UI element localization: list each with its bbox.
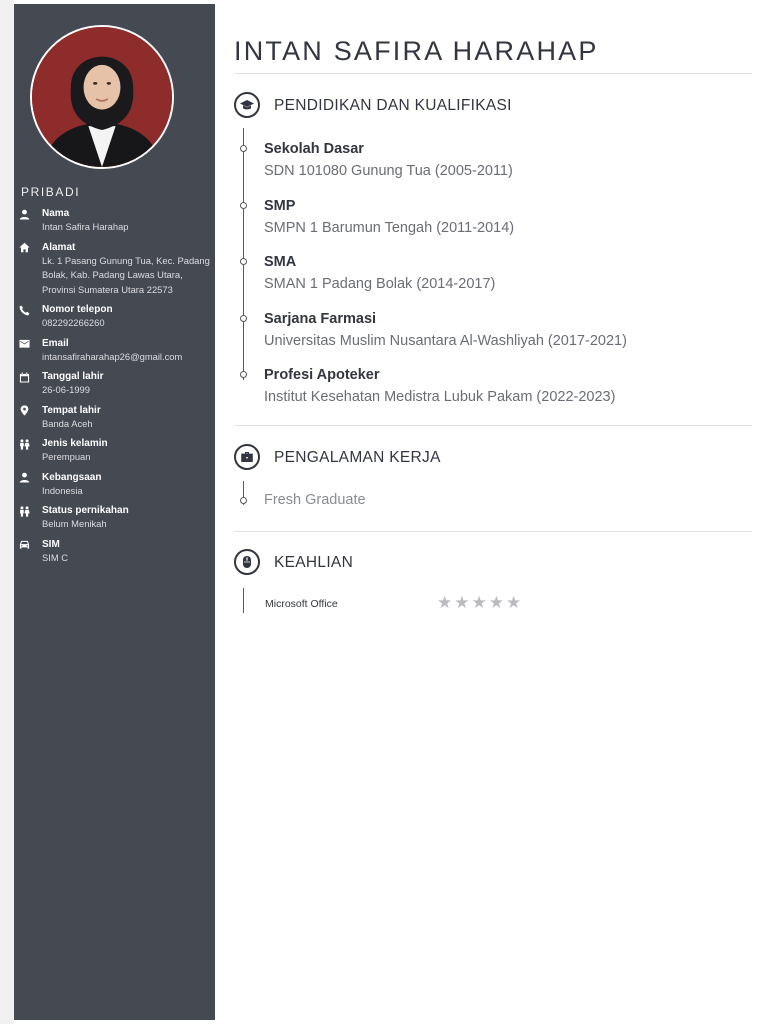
skills-section-header: KEAHLIAN [234, 549, 752, 581]
skills-timeline-line [243, 588, 244, 613]
info-value: Belum Menikah [42, 518, 107, 529]
mouse-icon [234, 549, 260, 575]
info-item-phone: Nomor telepon 082292266260 [14, 303, 215, 331]
info-item-name: Nama Intan Safira Harahap [14, 207, 215, 235]
calendar-icon [18, 371, 30, 383]
person-icon [18, 472, 30, 484]
profile-photo [30, 25, 174, 169]
star-icon: ★ [454, 593, 470, 612]
education-item: Sekolah Dasar SDN 101080 Gunung Tua (200… [264, 140, 513, 181]
info-item-nationality: Kebangsaan Indonesia [14, 471, 215, 499]
info-item-marital-status: Status pernikahan Belum Menikah [14, 504, 215, 532]
star-icon: ★ [437, 593, 453, 612]
info-item-birth-date: Tanggal lahir 26-06-1999 [14, 370, 215, 398]
location-pin-icon [18, 405, 30, 417]
info-label: Alamat [42, 241, 76, 253]
education-degree: Sarjana Farmasi [264, 311, 377, 327]
info-value: Lk. 1 Pasang Gunung Tua, Kec. Padang Bol… [42, 254, 210, 295]
info-label: Email [42, 337, 69, 349]
briefcase-icon [234, 444, 260, 470]
personal-section-title: PRIBADI [21, 185, 81, 199]
page-edge [0, 0, 14, 1024]
work-section-header: PENGALAMAN KERJA [234, 444, 752, 476]
info-value: Banda Aceh [42, 417, 93, 429]
education-section-title: PENDIDIKAN DAN KUALIFIKASI [274, 97, 512, 114]
info-label: Jenis kelamin [42, 438, 108, 449]
people-icon [18, 438, 30, 450]
info-value: Indonesia [42, 484, 83, 496]
education-section-header: PENDIDIKAN DAN KUALIFIKASI [234, 92, 752, 124]
info-item-address: Alamat Lk. 1 Pasang Gunung Tua, Kec. Pad… [14, 241, 215, 298]
divider [234, 531, 752, 532]
info-value: 082292266260 [42, 317, 105, 328]
info-value: SIM C [42, 551, 69, 563]
info-item-license: SIM SIM C [14, 538, 215, 566]
education-item: SMA SMAN 1 Padang Bolak (2014-2017) [264, 253, 495, 294]
info-label: Nomor telepon [42, 304, 113, 315]
personal-info-list: Nama Intan Safira Harahap Alamat Lk. 1 P… [14, 207, 215, 571]
sidebar: PRIBADI Nama Intan Safira Harahap Alamat… [14, 4, 215, 1020]
info-value: 26-06-1999 [42, 384, 90, 395]
education-item: SMP SMPN 1 Barumun Tengah (2011-2014) [264, 197, 514, 238]
divider [234, 73, 752, 74]
info-item-gender: Jenis kelamin Perempuan [14, 437, 215, 465]
skill-name: Microsoft Office [265, 598, 338, 610]
info-label: Tanggal lahir [42, 371, 104, 382]
info-label: Kebangsaan [42, 471, 102, 483]
info-value: intansafiraharahap26@gmail.com [42, 350, 183, 362]
education-item: Sarjana Farmasi Universitas Muslim Nusan… [264, 310, 627, 351]
education-degree: SMP [264, 198, 296, 214]
education-school: Institut Kesehatan Medistra Lubuk Pakam … [264, 389, 616, 405]
page-title: INTAN SAFIRA HARAHAP [234, 36, 599, 67]
car-icon [18, 539, 30, 551]
education-item: Profesi Apoteker Institut Kesehatan Medi… [264, 366, 615, 407]
star-icon: ★ [471, 593, 487, 612]
info-value: Intan Safira Harahap [42, 221, 129, 232]
timeline-dot [240, 258, 247, 265]
skill-rating: ★ ★ ★ ★ ★ [437, 593, 523, 613]
people-icon [18, 505, 30, 517]
info-item-email: Email intansafiraharahap26@gmail.com [14, 337, 215, 365]
education-timeline-line [243, 128, 244, 380]
timeline-dot [240, 497, 247, 504]
graduation-cap-icon [234, 92, 260, 118]
timeline-dot [240, 371, 247, 378]
education-school: Universitas Muslim Nusantara Al-Washliya… [264, 333, 627, 349]
person-icon [18, 208, 30, 220]
timeline-dot [240, 145, 247, 152]
work-item: Fresh Graduate [264, 492, 366, 508]
home-icon [18, 242, 30, 254]
info-item-birth-place: Tempat lahir Banda Aceh [14, 404, 215, 432]
education-school: SMPN 1 Barumun Tengah (2011-2014) [264, 220, 515, 236]
education-school: SMAN 1 Padang Bolak (2014-2017) [264, 276, 496, 292]
education-degree: Profesi Apoteker [264, 367, 380, 383]
timeline-dot [240, 315, 247, 322]
education-degree: SMA [264, 254, 297, 270]
info-label: Nama [42, 208, 70, 219]
phone-icon [18, 304, 30, 316]
email-icon [18, 338, 30, 350]
info-value: Perempuan [42, 451, 91, 462]
star-icon: ★ [506, 593, 522, 612]
info-label: SIM [42, 538, 60, 550]
info-label: Tempat lahir [42, 404, 101, 416]
skills-section-title: KEAHLIAN [274, 554, 354, 571]
divider [234, 425, 752, 426]
education-degree: Sekolah Dasar [264, 141, 364, 157]
timeline-dot [240, 202, 247, 209]
star-icon: ★ [488, 593, 504, 612]
info-label: Status pernikahan [42, 505, 129, 516]
work-section-title: PENGALAMAN KERJA [274, 449, 441, 466]
education-school: SDN 101080 Gunung Tua (2005-2011) [264, 163, 513, 179]
